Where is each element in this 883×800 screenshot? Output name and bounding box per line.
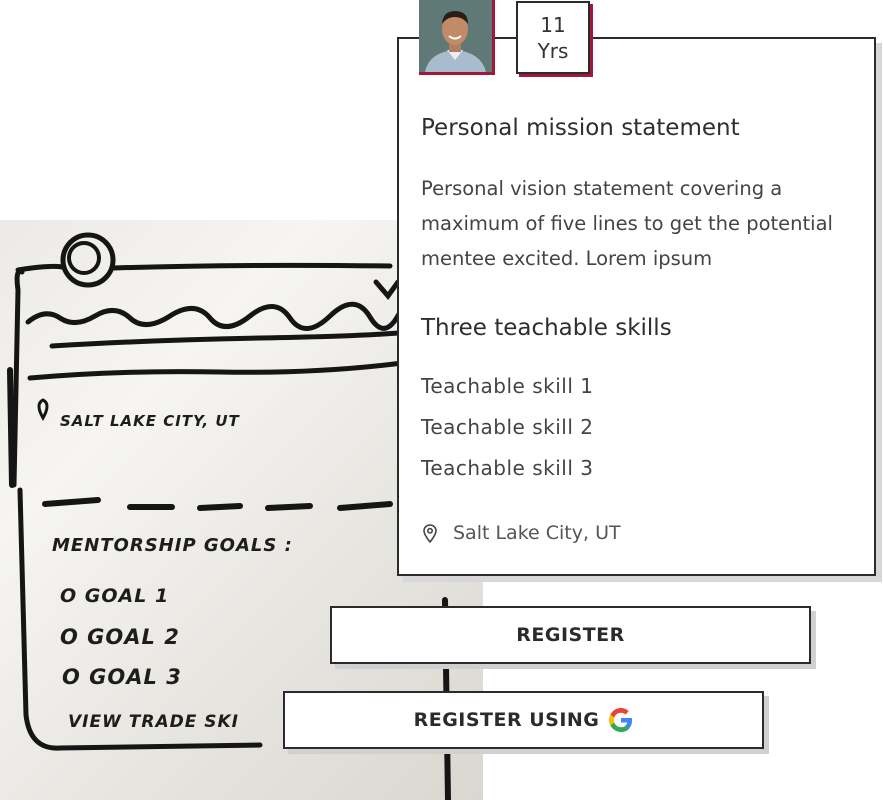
location-row: Salt Lake City, UT xyxy=(423,522,621,544)
skill-item-1: Teachable skill 1 xyxy=(421,374,594,398)
skills-heading: Three teachable skills xyxy=(421,315,672,341)
years-experience-badge: 11 Yrs xyxy=(516,1,590,74)
skill-item-3: Teachable skill 3 xyxy=(421,456,594,480)
sketch-goal-2: O GOAL 2 xyxy=(60,625,180,649)
mission-heading: Personal mission statement xyxy=(421,115,740,141)
mentor-profile-card: Personal mission statement Personal visi… xyxy=(397,37,876,576)
sketch-goals-heading: MENTORSHIP GOALS : xyxy=(52,535,293,556)
avatar[interactable] xyxy=(419,0,495,75)
mission-text: Personal vision statement covering a max… xyxy=(421,177,833,270)
profile-photo xyxy=(419,0,492,72)
sketch-footer-text: VIEW TRADE SKI xyxy=(68,712,239,732)
years-unit: Yrs xyxy=(537,38,569,63)
map-pin-icon xyxy=(423,523,437,543)
google-icon xyxy=(609,708,633,732)
register-google-button[interactable]: REGISTER USING xyxy=(283,691,764,749)
sketch-location: SALT LAKE CITY, UT xyxy=(60,412,240,430)
years-value: 11 xyxy=(540,12,566,37)
register-button[interactable]: REGISTER xyxy=(330,606,811,664)
sketch-goal-1: O GOAL 1 xyxy=(60,585,170,607)
register-google-label: REGISTER USING xyxy=(413,709,600,731)
skill-item-2: Teachable skill 2 xyxy=(421,415,594,439)
register-button-label: REGISTER xyxy=(516,624,625,646)
location-text: Salt Lake City, UT xyxy=(453,522,621,544)
sketch-goal-3: O GOAL 3 xyxy=(62,665,182,689)
